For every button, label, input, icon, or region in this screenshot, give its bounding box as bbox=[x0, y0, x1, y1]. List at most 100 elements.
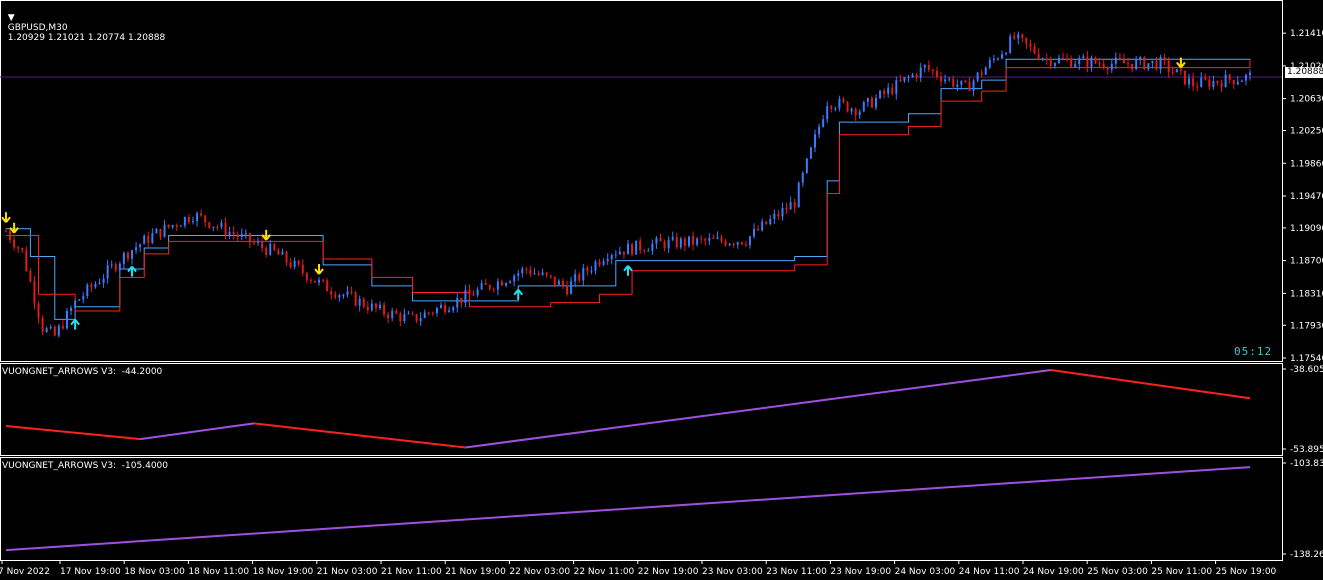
candle-body bbox=[964, 80, 967, 83]
candle-body bbox=[1070, 58, 1073, 68]
candle-body bbox=[313, 280, 316, 283]
candle-body bbox=[1196, 86, 1199, 88]
candle-body bbox=[212, 226, 215, 228]
candle-body bbox=[651, 243, 654, 251]
time-tick-label: 24 Nov 03:00 bbox=[895, 567, 956, 577]
candle-body bbox=[9, 231, 12, 240]
candle-body bbox=[683, 238, 686, 246]
candle-body bbox=[919, 67, 922, 78]
candle-body bbox=[126, 252, 129, 259]
candle-body bbox=[350, 291, 353, 293]
candle-body bbox=[631, 243, 634, 255]
candle-body bbox=[899, 80, 902, 82]
candle-body bbox=[370, 303, 373, 311]
candle-body bbox=[285, 251, 288, 263]
candle-body bbox=[257, 242, 260, 244]
candle-body bbox=[37, 303, 40, 318]
candle-body bbox=[387, 314, 390, 319]
candle-body bbox=[1021, 34, 1024, 38]
candle-body bbox=[305, 272, 308, 281]
candle-body bbox=[696, 238, 699, 245]
candle-body bbox=[679, 238, 682, 248]
candle-body bbox=[728, 243, 731, 246]
candle-body bbox=[49, 326, 52, 329]
candle-body bbox=[557, 280, 560, 285]
candle-body bbox=[200, 213, 203, 216]
candle-body bbox=[1179, 69, 1182, 71]
candle-body bbox=[960, 80, 963, 85]
candle-body bbox=[419, 317, 422, 322]
price-tick-label: 1.19860 bbox=[1290, 159, 1323, 169]
time-tick-label: 21 Nov 11:00 bbox=[381, 567, 442, 577]
candle-body bbox=[545, 272, 548, 276]
candle-body bbox=[82, 296, 85, 300]
candle-body bbox=[976, 72, 979, 81]
candle-body bbox=[935, 70, 938, 77]
candle-body bbox=[692, 236, 695, 245]
candle-body bbox=[216, 226, 219, 228]
candle-body bbox=[90, 284, 93, 288]
price-tick-label: 1.20630 bbox=[1290, 95, 1323, 105]
candle-timer: 05:12 bbox=[1234, 345, 1273, 358]
candle-body bbox=[1131, 63, 1134, 70]
candle-body bbox=[1090, 57, 1093, 68]
candle-body bbox=[435, 307, 438, 314]
candle-body bbox=[220, 222, 223, 227]
time-tick-label: 22 Nov 11:00 bbox=[574, 567, 635, 577]
candle-body bbox=[687, 236, 690, 246]
candle-body bbox=[106, 265, 109, 279]
candle-body bbox=[838, 98, 841, 109]
candle-body bbox=[13, 239, 16, 248]
buy-arrow-icon bbox=[513, 289, 524, 300]
candle-body bbox=[850, 108, 853, 112]
candle-body bbox=[1025, 37, 1028, 44]
candle-body bbox=[1086, 56, 1089, 68]
candle-body bbox=[171, 225, 174, 228]
candle-body bbox=[21, 248, 24, 251]
candle-body bbox=[818, 126, 821, 135]
candle-body bbox=[891, 87, 894, 94]
candle-body bbox=[118, 263, 121, 271]
price-tick-label: 1.19470 bbox=[1290, 192, 1323, 202]
candle-body bbox=[29, 270, 32, 282]
candle-body bbox=[732, 243, 735, 245]
indicator2-tick-label: -138.265 bbox=[1290, 550, 1323, 560]
candle-body bbox=[98, 282, 101, 284]
candle-body bbox=[1122, 59, 1125, 64]
candle-body bbox=[496, 281, 499, 290]
candle-body bbox=[1017, 34, 1020, 39]
candle-body bbox=[423, 312, 426, 318]
candle-body bbox=[261, 242, 264, 248]
collapse-triangle-icon[interactable]: ▼ bbox=[8, 13, 15, 23]
candle-body bbox=[931, 69, 934, 71]
candle-body bbox=[667, 239, 670, 249]
candle-body bbox=[1082, 56, 1085, 59]
candle-body bbox=[1208, 79, 1211, 87]
candle-body bbox=[399, 313, 402, 322]
candle-body bbox=[521, 268, 524, 274]
candle-body bbox=[289, 262, 292, 268]
candle-body bbox=[1033, 46, 1036, 54]
candle-body bbox=[659, 237, 662, 242]
candle-body bbox=[114, 264, 117, 271]
candle-body bbox=[1139, 57, 1142, 60]
candle-body bbox=[460, 297, 463, 303]
indicator2-panel-frame bbox=[0, 457, 1283, 561]
candle-body bbox=[972, 80, 975, 91]
candle-body bbox=[326, 280, 329, 292]
candle-body bbox=[45, 328, 48, 332]
candle-body bbox=[765, 221, 768, 225]
candle-body bbox=[492, 288, 495, 290]
candle-body bbox=[866, 97, 869, 102]
candle-body bbox=[468, 289, 471, 294]
candle-body bbox=[53, 326, 56, 336]
indicator1-segment bbox=[5, 425, 141, 441]
candle-body bbox=[70, 307, 73, 311]
candle-body bbox=[248, 233, 251, 243]
candle-body bbox=[135, 247, 138, 251]
candle-body bbox=[1183, 70, 1186, 85]
candle-body bbox=[33, 281, 36, 304]
candle-body bbox=[244, 233, 247, 235]
price-tick-label: 1.17540 bbox=[1290, 354, 1323, 364]
candle-body bbox=[801, 172, 804, 183]
